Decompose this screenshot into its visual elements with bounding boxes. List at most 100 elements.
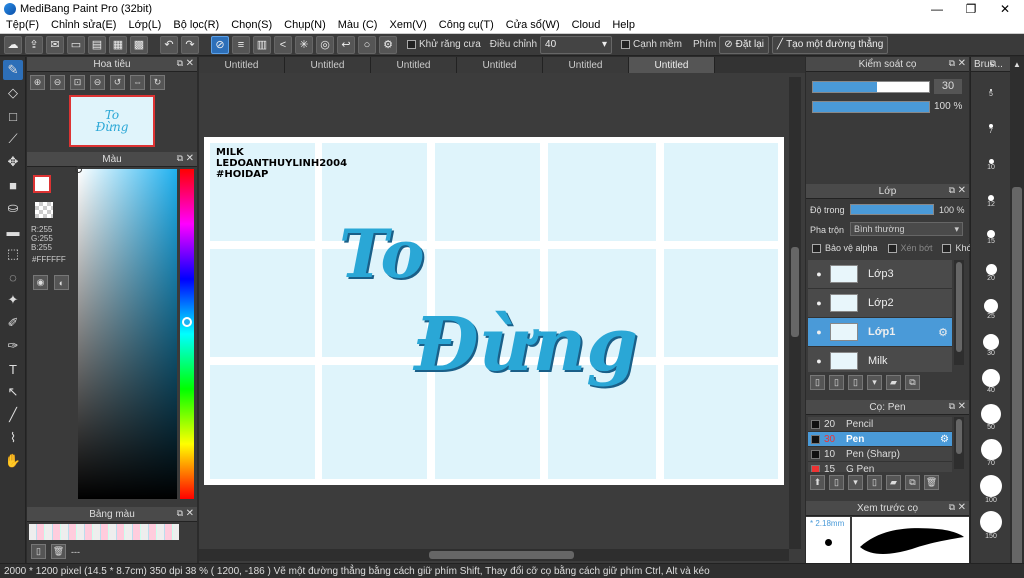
circle-snap-icon[interactable]: ◎ (316, 35, 334, 54)
brush-folder-icon[interactable]: ▰ (886, 475, 901, 490)
brush-row[interactable]: 10 Pen (Sharp) (808, 447, 952, 462)
layer-row[interactable]: ● Lớp2 (808, 289, 952, 318)
document-canvas[interactable]: MILK LEDOANTHUYLINH2004 #HOIDAP To Đừng (204, 137, 784, 485)
magic-wand-tool-icon[interactable]: ✦ (3, 290, 23, 310)
document-tab-active[interactable]: Untitled (629, 57, 715, 73)
brush-size-item[interactable]: 12 (973, 183, 1009, 219)
new-brush-icon[interactable]: ▯ (829, 475, 844, 490)
scroll-up-icon[interactable]: ▲ (1013, 60, 1021, 69)
color-picker-handle[interactable] (75, 166, 82, 173)
eyedropper-tool-icon[interactable]: ⌇ (3, 428, 23, 448)
fill-rect-tool-icon[interactable]: ■ (3, 175, 23, 195)
eraser-tool-icon[interactable]: ◇ (3, 83, 23, 103)
grid-icon[interactable]: ▩ (130, 35, 148, 54)
hue-handle[interactable] (182, 317, 192, 327)
eye-icon[interactable]: ● (808, 356, 830, 366)
brush-size-slider[interactable] (812, 81, 930, 93)
eye-icon[interactable]: ● (808, 269, 830, 279)
cloud-icon[interactable]: ☁ (4, 35, 22, 54)
brush-size-item[interactable]: 25 (973, 291, 1009, 327)
add-brush-menu-icon[interactable]: ▾ (848, 475, 863, 490)
lock-checkbox[interactable] (942, 243, 952, 253)
brush-size-item[interactable]: 30 (973, 327, 1009, 363)
close-icon[interactable]: ✕ (186, 153, 194, 164)
vertical-scrollbar[interactable] (789, 77, 801, 549)
vanish-snap-icon[interactable]: < (274, 35, 292, 54)
no-snap-icon[interactable]: ⊘ (211, 35, 229, 54)
dock-icon[interactable]: ⧉ (949, 58, 955, 69)
trash-icon[interactable]: 🗑 (51, 544, 66, 559)
close-icon[interactable]: ✕ (958, 502, 966, 513)
scroll-thumb[interactable] (1012, 187, 1022, 567)
brush-row-selected[interactable]: 30 Pen ⚙ (808, 432, 952, 447)
menu-capture[interactable]: Chụp(N) (278, 19, 332, 31)
rotate-right-icon[interactable]: ↻ (150, 74, 165, 90)
reset-button[interactable]: ⊘ Đặt lại (719, 35, 770, 54)
parallel-snap-icon[interactable]: ≡ (232, 35, 250, 54)
actual-size-icon[interactable]: ⊖ (90, 74, 105, 90)
layer-row[interactable]: ● Milk (808, 347, 952, 372)
trash-icon[interactable]: 🗑 (924, 475, 939, 490)
document-tab[interactable]: Untitled (543, 57, 629, 73)
new-palette-icon[interactable]: ▯ (31, 544, 46, 559)
gradient-tool-icon[interactable]: ▬ (3, 221, 23, 241)
navigator-thumbnail[interactable]: To Đừng (69, 95, 155, 147)
close-icon[interactable]: ✕ (958, 185, 966, 196)
cross-snap-icon[interactable]: ▥ (253, 35, 271, 54)
select-eraser-tool-icon[interactable]: ✑ (3, 336, 23, 356)
shape-tool-icon[interactable]: □ (3, 106, 23, 126)
dock-icon[interactable]: ⧉ (949, 185, 955, 196)
add-layer-menu-icon[interactable]: ▾ (867, 375, 882, 390)
layer-row[interactable]: ● Lớp3 (808, 260, 952, 289)
brush-row[interactable]: 15 G Pen (808, 462, 952, 472)
menu-layer[interactable]: Lớp(L) (122, 19, 167, 31)
select-rect-tool-icon[interactable]: ⬚ (3, 244, 23, 264)
menu-file[interactable]: Tệp(F) (0, 19, 45, 31)
redo-icon[interactable]: ↷ (181, 35, 199, 54)
page-icon[interactable]: ▭ (67, 35, 85, 54)
bucket-tool-icon[interactable]: ⛀ (3, 198, 23, 218)
document-tab[interactable]: Untitled (371, 57, 457, 73)
close-icon[interactable]: ✕ (958, 58, 966, 69)
correction-select[interactable]: 40 ▾ (540, 35, 613, 54)
clip-checkbox[interactable] (887, 243, 897, 253)
operation-tool-icon[interactable]: ↖ (3, 382, 23, 402)
transparent-swatch[interactable] (35, 202, 53, 218)
add-brush-icon[interactable]: ⬆ (810, 475, 825, 490)
close-button[interactable]: ✕ (988, 0, 1022, 17)
brush-tool-icon[interactable]: ✎ (3, 60, 23, 80)
maximize-button[interactable]: ❐ (954, 0, 988, 17)
document-tab[interactable]: Untitled (199, 57, 285, 73)
share-icon[interactable]: ⇪ (25, 35, 43, 54)
gear-icon[interactable]: ⚙ (938, 326, 948, 339)
brush-row[interactable]: 20 Pencil (808, 417, 952, 432)
zoom-in-icon[interactable]: ⊕ (30, 74, 45, 90)
dock-icon[interactable]: ⧉ (177, 153, 183, 164)
color-palette-grid[interactable] (29, 524, 179, 540)
new-1bit-layer-icon[interactable]: ▯ (848, 375, 863, 390)
blend-select[interactable]: Bình thường ▾ (850, 222, 963, 236)
brush-size-item[interactable]: 10 (973, 147, 1009, 183)
ellipse-snap-icon[interactable]: ○ (358, 35, 376, 54)
close-icon[interactable]: ✕ (958, 401, 966, 412)
menu-cloud[interactable]: Cloud (566, 19, 607, 31)
close-icon[interactable]: ✕ (186, 58, 194, 69)
horizontal-scroll-thumb[interactable] (429, 551, 574, 559)
menu-tools[interactable]: Công cụ(T) (433, 19, 500, 31)
dot-tool-icon[interactable]: ⟋ (3, 129, 23, 149)
document-tab[interactable]: Untitled (457, 57, 543, 73)
duplicate-layer-icon[interactable]: ⧉ (905, 375, 920, 390)
brush-scrollbar[interactable] (954, 417, 964, 469)
document-tab[interactable]: Untitled (285, 57, 371, 73)
brush-size-scrollbar[interactable]: ▲ (1010, 57, 1024, 572)
eye-icon[interactable]: ● (808, 298, 830, 308)
new-layer-icon[interactable]: ▯ (810, 375, 825, 390)
soft-edge-checkbox[interactable] (621, 40, 631, 49)
color-sv-picker[interactable] (75, 166, 177, 499)
flip-icon[interactable]: ⇔ (130, 74, 145, 90)
menu-view[interactable]: Xem(V) (383, 19, 432, 31)
comment-icon[interactable]: ✉ (46, 35, 64, 54)
duplicate-brush-icon[interactable]: ⧉ (905, 475, 920, 490)
brush-size-value[interactable]: 30 (934, 79, 962, 94)
brush-size-item[interactable]: 150 (973, 507, 1009, 543)
